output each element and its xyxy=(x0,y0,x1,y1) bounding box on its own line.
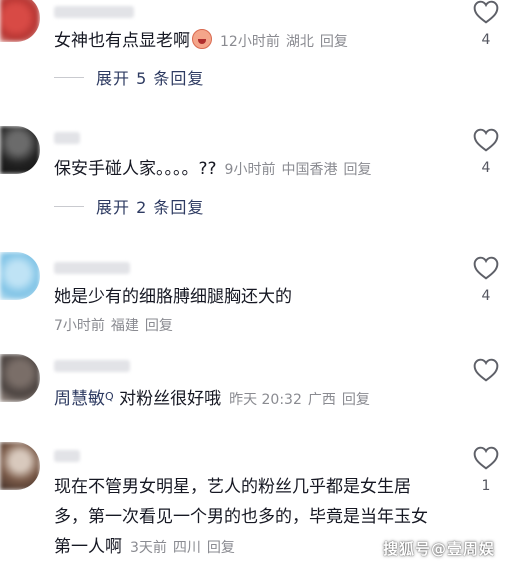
username-blurred[interactable] xyxy=(54,450,80,462)
comment-location: 湖北 xyxy=(285,34,314,50)
avatar[interactable] xyxy=(0,126,40,174)
comment-meta: 12小时前 湖北 回复 xyxy=(220,34,348,50)
like-heart-icon[interactable] xyxy=(473,0,499,24)
divider-dash xyxy=(54,205,84,207)
avatar[interactable] xyxy=(0,354,40,402)
crying-face-emoji-icon xyxy=(192,29,212,49)
expand-replies-label: 展开 5 条回复 xyxy=(96,69,205,88)
watermark: 搜狐号@壹周娱 xyxy=(383,540,496,558)
like-heart-icon[interactable] xyxy=(473,128,499,152)
avatar[interactable] xyxy=(0,252,40,300)
username-blurred[interactable] xyxy=(54,132,80,144)
comment-text: 周慧敏Q 对粉丝很好哦 昨天 20:32 广西 回复 xyxy=(54,382,370,415)
comment-time: 9小时前 xyxy=(224,162,276,178)
reply-button[interactable]: 回复 xyxy=(207,540,235,556)
like-heart-icon[interactable] xyxy=(473,256,499,280)
comment-time: 昨天 20:32 xyxy=(229,392,302,408)
like-count: 4 xyxy=(481,160,491,176)
mention-badge: Q xyxy=(105,390,114,403)
like-heart-icon[interactable] xyxy=(473,446,499,470)
comment-meta: 3天前 四川 回复 xyxy=(130,540,235,556)
like-count: 4 xyxy=(481,32,491,48)
comment-location: 四川 xyxy=(172,540,201,556)
mention-link[interactable]: 周慧敏 xyxy=(54,389,105,409)
comment-time: 12小时前 xyxy=(220,34,280,50)
expand-replies-button[interactable]: 展开 5 条回复 xyxy=(54,65,204,89)
comment-body: 对粉丝很好哦 xyxy=(119,389,222,409)
like-heart-icon[interactable] xyxy=(473,358,499,382)
divider-dash xyxy=(54,76,84,78)
comment-body: 保安手碰人家。。。。?? xyxy=(54,159,217,179)
like-count: 1 xyxy=(481,478,491,494)
expand-replies-button[interactable]: 展开 2 条回复 xyxy=(54,194,204,218)
comment-meta: 7小时前 福建 回复 xyxy=(54,314,173,338)
comment-location: 中国香港 xyxy=(281,162,338,178)
expand-replies-label: 展开 2 条回复 xyxy=(96,198,205,217)
comment-text: 她是少有的细胳膊细腿胸还大的 xyxy=(54,282,292,312)
comment-time: 7小时前 xyxy=(54,318,105,334)
avatar[interactable] xyxy=(0,0,40,42)
reply-button[interactable]: 回复 xyxy=(320,34,348,50)
username-blurred[interactable] xyxy=(54,6,134,18)
reply-button[interactable]: 回复 xyxy=(145,318,173,334)
comment-location: 广西 xyxy=(307,392,336,408)
comment-time: 3天前 xyxy=(130,540,167,556)
username-blurred[interactable] xyxy=(54,360,130,372)
reply-button[interactable]: 回复 xyxy=(342,392,370,408)
comment-location: 福建 xyxy=(110,318,139,334)
comment-body: 女神也有点显老啊 xyxy=(54,31,190,51)
avatar[interactable] xyxy=(0,442,40,490)
comment-text: 女神也有点显老啊 12小时前 湖北 回复 xyxy=(54,26,348,57)
comment-body: 现在不管男女明星，艺人的粉丝几乎都是女生居多，第一次看见一个男的也多的，毕竟是当… xyxy=(54,477,428,557)
username-blurred[interactable] xyxy=(54,262,130,274)
comment-meta: 9小时前 中国香港 回复 xyxy=(225,162,372,178)
comment-meta: 昨天 20:32 广西 回复 xyxy=(229,392,370,408)
reply-button[interactable]: 回复 xyxy=(343,162,371,178)
comment-body: 她是少有的细胳膊细腿胸还大的 xyxy=(54,287,292,307)
like-count: 4 xyxy=(481,288,491,304)
comment-text: 保安手碰人家。。。。?? 9小时前 中国香港 回复 xyxy=(54,154,371,185)
